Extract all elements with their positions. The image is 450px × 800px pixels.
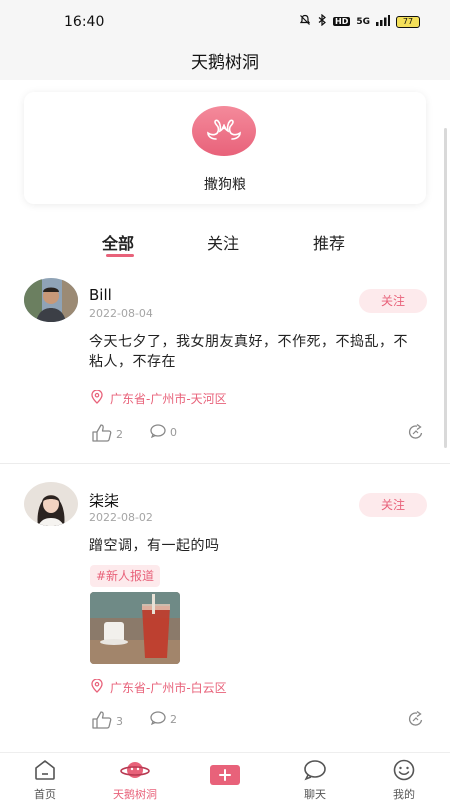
- like-button[interactable]: 2: [92, 424, 123, 445]
- comment-count: 2: [170, 713, 177, 726]
- location-pin-icon: [90, 678, 104, 696]
- network-label: 5G: [356, 16, 370, 27]
- comment-count: 0: [170, 426, 177, 439]
- smile-icon: [392, 759, 416, 784]
- post-location: 广东省-广州市-天河区: [90, 389, 227, 407]
- location-text: 广东省-广州市-白云区: [110, 681, 227, 695]
- status-bar: 16:40 HD 5G 77: [0, 0, 450, 42]
- nav-treehole-label: 天鹅树洞: [113, 788, 157, 800]
- signal-icon: [376, 14, 390, 29]
- nav-home[interactable]: 首页: [15, 759, 75, 800]
- topic-tag[interactable]: #新人报道: [90, 565, 161, 587]
- planet-icon: [120, 762, 150, 784]
- comment-icon: [150, 424, 166, 441]
- post-item: 柒柒 2022-08-02 关注 蹭空调，有一起的吗 #新人报道 广东省-广州市…: [0, 474, 450, 744]
- feed-tabs: 全部 关注 推荐: [0, 230, 450, 260]
- like-count: 3: [116, 715, 123, 728]
- feature-card[interactable]: 撒狗粮: [24, 92, 426, 204]
- comment-button[interactable]: 2: [150, 711, 177, 728]
- swan-icon: [192, 106, 256, 156]
- thumbs-up-icon: [92, 711, 112, 732]
- post-location: 广东省-广州市-白云区: [90, 678, 227, 696]
- tab-recommended[interactable]: 推荐: [313, 230, 345, 254]
- bluetooth-icon: [317, 13, 327, 29]
- status-icons: HD 5G 77: [299, 13, 420, 29]
- post-date: 2022-08-04: [89, 307, 153, 320]
- post-divider: [0, 463, 450, 464]
- page-title: 天鹅树洞: [191, 53, 259, 73]
- battery-level: 77: [402, 16, 414, 26]
- post-actions: 2 0: [92, 423, 428, 445]
- nav-add[interactable]: [195, 759, 255, 790]
- share-icon[interactable]: [408, 710, 424, 731]
- user-name[interactable]: Bill: [89, 286, 112, 304]
- location-pin-icon: [90, 389, 104, 407]
- tab-following[interactable]: 关注: [207, 230, 239, 254]
- nav-chat[interactable]: 聊天: [285, 759, 345, 800]
- nav-treehole[interactable]: 天鹅树洞: [104, 759, 166, 800]
- battery-icon: 77: [396, 15, 420, 28]
- hd-badge: HD: [333, 17, 351, 26]
- status-time: 16:40: [64, 14, 105, 30]
- follow-button[interactable]: 关注: [359, 289, 427, 313]
- bottom-nav: 首页 天鹅树洞 聊天 我的: [0, 752, 450, 800]
- nav-me-label: 我的: [393, 788, 415, 800]
- title-bar: 天鹅树洞: [0, 42, 450, 80]
- post-item: Bill 2022-08-04 关注 今天七夕了，我女朋友真好，不作死，不捣乱，…: [0, 270, 450, 460]
- active-tab-indicator: [106, 254, 134, 257]
- home-icon: [33, 760, 57, 784]
- avatar[interactable]: [24, 278, 78, 322]
- add-icon: [210, 765, 240, 788]
- follow-button[interactable]: 关注: [359, 493, 427, 517]
- post-actions: 3 2: [92, 710, 428, 732]
- comment-button[interactable]: 0: [150, 424, 177, 441]
- thumbs-up-icon: [92, 424, 112, 445]
- nav-home-label: 首页: [34, 788, 56, 800]
- post-text: 蹭空调，有一起的吗: [89, 538, 220, 554]
- avatar[interactable]: [24, 482, 78, 526]
- user-name[interactable]: 柒柒: [89, 490, 119, 511]
- post-image[interactable]: [90, 592, 180, 664]
- feature-label: 撒狗粮: [204, 177, 246, 193]
- comment-icon: [150, 711, 166, 728]
- tab-all[interactable]: 全部: [102, 230, 134, 254]
- share-icon[interactable]: [408, 423, 424, 444]
- post-date: 2022-08-02: [89, 511, 153, 524]
- chat-icon: [303, 760, 327, 784]
- nav-me[interactable]: 我的: [374, 759, 434, 800]
- like-count: 2: [116, 428, 123, 441]
- mute-icon: [299, 14, 311, 29]
- like-button[interactable]: 3: [92, 711, 123, 732]
- post-text: 今天七夕了，我女朋友真好，不作死，不捣乱，不粘人，不存在: [89, 334, 408, 370]
- location-text: 广东省-广州市-天河区: [110, 392, 227, 406]
- nav-chat-label: 聊天: [304, 788, 326, 800]
